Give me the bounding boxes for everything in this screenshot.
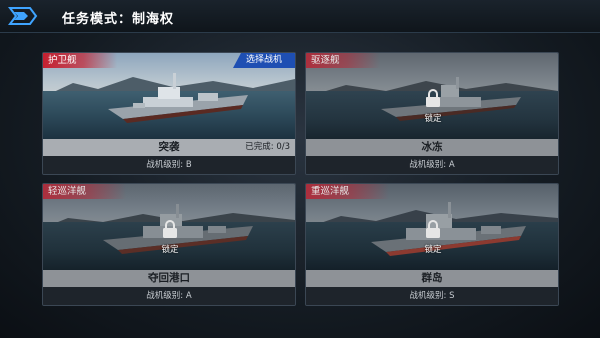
- aircraft-rank: 战机级别: A: [306, 156, 558, 174]
- lock-overlay: 锁定: [418, 220, 448, 256]
- mission-name-label: 突袭: [158, 141, 180, 153]
- aircraft-rank: 战机级别: A: [43, 287, 295, 305]
- lock-icon: [426, 89, 440, 107]
- ship-class-tag: 轻巡洋舰: [43, 184, 127, 199]
- ship-class-tag: 护卫舰: [43, 53, 117, 68]
- top-bar: 任务模式：制海权: [0, 0, 600, 33]
- mission-name: 群岛: [306, 270, 558, 287]
- mission-name: 冰冻: [306, 139, 558, 156]
- lock-icon: [163, 220, 177, 238]
- aircraft-rank: 战机级别: B: [43, 156, 295, 174]
- ship-destroyer-icon: [381, 77, 521, 121]
- ship-class-tag: 重巡洋舰: [306, 184, 390, 199]
- select-aircraft-button[interactable]: 选择战机: [233, 53, 295, 68]
- ship-class-tag: 驱逐舰: [306, 53, 380, 68]
- lock-overlay: 锁定: [155, 220, 185, 256]
- back-icon[interactable]: [6, 4, 40, 28]
- progress-label: 已完成: 0/3: [245, 142, 290, 152]
- mission-name-label: 群岛: [421, 272, 443, 284]
- mission-name-label: 冰冻: [421, 141, 443, 153]
- ship-escort-icon: [108, 73, 248, 123]
- mission-name: 夺回港口: [43, 270, 295, 287]
- lock-label: 锁定: [424, 245, 442, 255]
- lock-overlay: 锁定: [418, 89, 448, 125]
- lock-label: 锁定: [161, 245, 179, 255]
- mission-name: 突袭 已完成: 0/3: [43, 139, 295, 156]
- page-title: 任务模式：制海权: [62, 12, 175, 27]
- mission-name-label: 夺回港口: [148, 272, 190, 284]
- mission-card-heavy-cruiser[interactable]: 锁定 重巡洋舰 群岛 战机级别: S: [305, 183, 559, 306]
- mission-card-destroyer[interactable]: 锁定 驱逐舰 冰冻 战机级别: A: [305, 52, 559, 175]
- mission-card-light-cruiser[interactable]: 锁定 轻巡洋舰 夺回港口 战机级别: A: [42, 183, 296, 306]
- ship-heavy-cruiser-icon: [371, 202, 526, 256]
- aircraft-rank: 战机级别: S: [306, 287, 558, 305]
- mission-card-escort[interactable]: 护卫舰 选择战机 突袭 已完成: 0/3 战机级别: B: [42, 52, 296, 175]
- lock-icon: [426, 220, 440, 238]
- lock-label: 锁定: [424, 114, 442, 124]
